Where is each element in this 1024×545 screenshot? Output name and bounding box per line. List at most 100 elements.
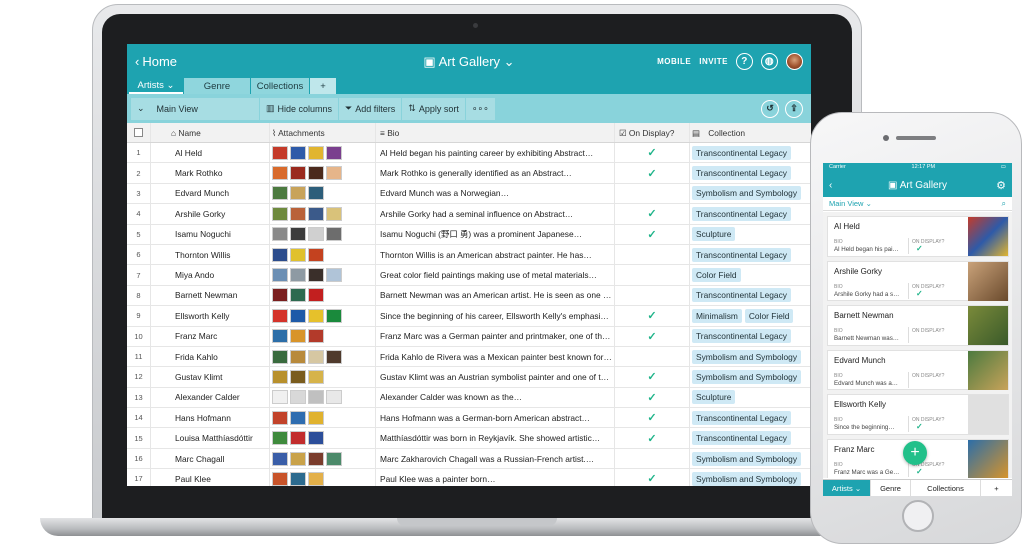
name-cell[interactable]: Al Held xyxy=(151,143,270,163)
collection-cell[interactable]: Symbolism and Symbology xyxy=(690,347,811,366)
bio-cell[interactable]: Matthíasdóttir was born in Reykjavík. Sh… xyxy=(376,428,615,448)
attachment-thumbnail[interactable] xyxy=(290,247,306,262)
attachment-thumbnail[interactable] xyxy=(290,308,306,323)
on-display-cell[interactable]: ✓ xyxy=(615,143,690,163)
on-display-cell[interactable]: ✓ xyxy=(615,204,690,224)
help-icon[interactable]: ? xyxy=(736,52,753,70)
attachment-thumbnail[interactable] xyxy=(326,268,342,283)
table-row[interactable]: 6 Thornton Willis Thornton Willis is an Am… xyxy=(127,244,811,266)
on-display-cell[interactable] xyxy=(615,448,690,469)
attachment-thumbnail[interactable] xyxy=(308,471,324,486)
name-cell[interactable]: Louisa Matthíasdóttir xyxy=(151,428,270,448)
attachment-thumbnail[interactable] xyxy=(308,390,324,405)
add-record-button[interactable]: + xyxy=(903,441,927,465)
attachment-thumbnail[interactable] xyxy=(272,390,288,405)
record-card[interactable]: Barnett Newman BIO Barnett Newman was… ON D… xyxy=(827,305,1009,346)
phone-home-button[interactable] xyxy=(902,500,934,532)
attachments-cell[interactable] xyxy=(270,469,376,486)
on-display-cell[interactable]: ✓ xyxy=(615,428,690,448)
attachment-thumbnail[interactable] xyxy=(290,166,306,181)
attachment-thumbnail[interactable] xyxy=(290,206,306,221)
collection-cell[interactable]: Transcontinental Legacy xyxy=(690,204,811,223)
bio-cell[interactable]: Barnett Newman was an American artist. H… xyxy=(376,285,615,306)
attachment-thumbnail[interactable] xyxy=(326,308,342,323)
mobile-tab-genre[interactable]: Genre xyxy=(871,480,911,496)
attachments-cell[interactable] xyxy=(270,387,376,408)
mobile-view-selector[interactable]: Main View xyxy=(829,199,863,208)
attachment-thumbnail[interactable] xyxy=(308,288,324,303)
collection-cell[interactable]: Sculpture xyxy=(690,225,811,244)
on-display-cell[interactable]: ✓ xyxy=(615,224,690,244)
attachment-thumbnail[interactable] xyxy=(272,369,288,384)
table-row[interactable]: 5 Isamu Noguchi Isamu Noguchi (野口 勇) was a… xyxy=(127,224,811,245)
collection-cell[interactable]: Transcontinental Legacy xyxy=(690,428,811,447)
on-display-cell[interactable]: ✓ xyxy=(615,306,690,326)
bio-cell[interactable]: Alexander Calder was known as the… xyxy=(376,387,615,408)
attachment-thumbnail[interactable] xyxy=(272,431,288,446)
bio-cell[interactable]: Mark Rothko is generally identified as a… xyxy=(376,163,615,183)
attachments-cell[interactable] xyxy=(270,448,376,469)
attachment-thumbnail[interactable] xyxy=(272,186,288,201)
table-row[interactable]: 4 Arshile Gorky Arshile Gorky had a semina… xyxy=(127,204,811,225)
add-tab-button[interactable]: + xyxy=(310,78,336,94)
attachments-cell[interactable] xyxy=(270,306,376,326)
collection-cell[interactable]: Transcontinental Legacy xyxy=(690,245,811,264)
attachment-thumbnail[interactable] xyxy=(290,390,306,405)
attachment-thumbnail[interactable] xyxy=(272,471,288,486)
attachment-thumbnail[interactable] xyxy=(290,288,306,303)
attachments-cell[interactable] xyxy=(270,265,376,285)
name-cell[interactable]: Isamu Noguchi xyxy=(151,224,270,244)
tab-collections[interactable]: Collections xyxy=(251,78,309,94)
name-cell[interactable]: Miya Ando xyxy=(151,265,270,285)
attachment-thumbnail[interactable] xyxy=(290,145,306,160)
column-header-collection[interactable]: ▤ Collection xyxy=(690,123,811,142)
name-cell[interactable]: Hans Hofmann xyxy=(151,408,270,428)
table-row[interactable]: 17 Paul Klee Paul Klee was a painter born…… xyxy=(127,469,811,486)
attachments-cell[interactable] xyxy=(270,244,376,265)
collection-cell[interactable]: Transcontinental Legacy xyxy=(690,163,811,182)
home-link[interactable]: ‹ Home xyxy=(135,54,177,69)
bio-cell[interactable]: Great color field paintings making use o… xyxy=(376,265,615,285)
attachments-cell[interactable] xyxy=(270,326,376,346)
bio-cell[interactable]: Paul Klee was a painter born… xyxy=(376,469,615,486)
column-header-on-display[interactable]: ☑ On Display? xyxy=(615,123,690,142)
attachment-thumbnail[interactable] xyxy=(290,186,306,201)
attachments-cell[interactable] xyxy=(270,408,376,428)
attachment-thumbnail[interactable] xyxy=(326,390,342,405)
bio-cell[interactable]: Edvard Munch was a Norwegian… xyxy=(376,183,615,204)
name-cell[interactable]: Edvard Munch xyxy=(151,183,270,204)
share-icon[interactable]: ⇪ xyxy=(785,99,803,118)
on-display-cell[interactable] xyxy=(615,346,690,367)
bio-cell[interactable]: Gustav Klimt was an Austrian symbolist p… xyxy=(376,367,615,387)
record-card[interactable]: Al Held BIO Al Held began his pai… ON DISPL… xyxy=(827,216,1009,257)
bio-cell[interactable]: Arshile Gorky had a seminal influence on… xyxy=(376,204,615,224)
history-icon[interactable]: ↺ xyxy=(761,99,779,118)
table-row[interactable]: 13 Alexander Calder Alexander Calder was k… xyxy=(127,387,811,409)
on-display-cell[interactable] xyxy=(615,183,690,204)
attachment-thumbnail[interactable] xyxy=(308,369,324,384)
search-icon[interactable]: ⌕ xyxy=(1002,199,1006,209)
table-row[interactable]: 1 Al Held Al Held began his painting caree… xyxy=(127,143,811,164)
table-row[interactable]: 7 Miya Ando Great color field paintings ma… xyxy=(127,265,811,286)
attachment-thumbnail[interactable] xyxy=(326,349,342,364)
table-row[interactable]: 10 Franz Marc Franz Marc was a German pain… xyxy=(127,326,811,347)
attachment-thumbnail[interactable] xyxy=(326,227,342,242)
attachments-cell[interactable] xyxy=(270,285,376,306)
collection-cell[interactable]: Symbolism and Symbology xyxy=(690,184,811,203)
bio-cell[interactable]: Thornton Willis is an American abstract … xyxy=(376,244,615,265)
name-cell[interactable]: Paul Klee xyxy=(151,469,270,486)
mobile-button[interactable]: MOBILE xyxy=(657,57,691,66)
bio-cell[interactable]: Since the beginning of his career, Ellsw… xyxy=(376,306,615,326)
name-cell[interactable]: Arshile Gorky xyxy=(151,204,270,224)
table-row[interactable]: 15 Louisa Matthíasdóttir Matthíasdóttir wa… xyxy=(127,428,811,449)
attachment-thumbnail[interactable] xyxy=(290,451,306,466)
table-row[interactable]: 12 Gustav Klimt Gustav Klimt was an Austri… xyxy=(127,367,811,388)
name-cell[interactable]: Frida Kahlo xyxy=(151,346,270,367)
name-cell[interactable]: Ellsworth Kelly xyxy=(151,306,270,326)
attachment-thumbnail[interactable] xyxy=(272,268,288,283)
bio-cell[interactable]: Isamu Noguchi (野口 勇) was a prominent Jap… xyxy=(376,224,615,244)
table-row[interactable]: 14 Hans Hofmann Hans Hofmann was a German-… xyxy=(127,408,811,429)
attachment-thumbnail[interactable] xyxy=(290,471,306,486)
attachment-thumbnail[interactable] xyxy=(290,410,306,425)
table-row[interactable]: 16 Marc Chagall Marc Zakharovich Chagall w… xyxy=(127,448,811,470)
